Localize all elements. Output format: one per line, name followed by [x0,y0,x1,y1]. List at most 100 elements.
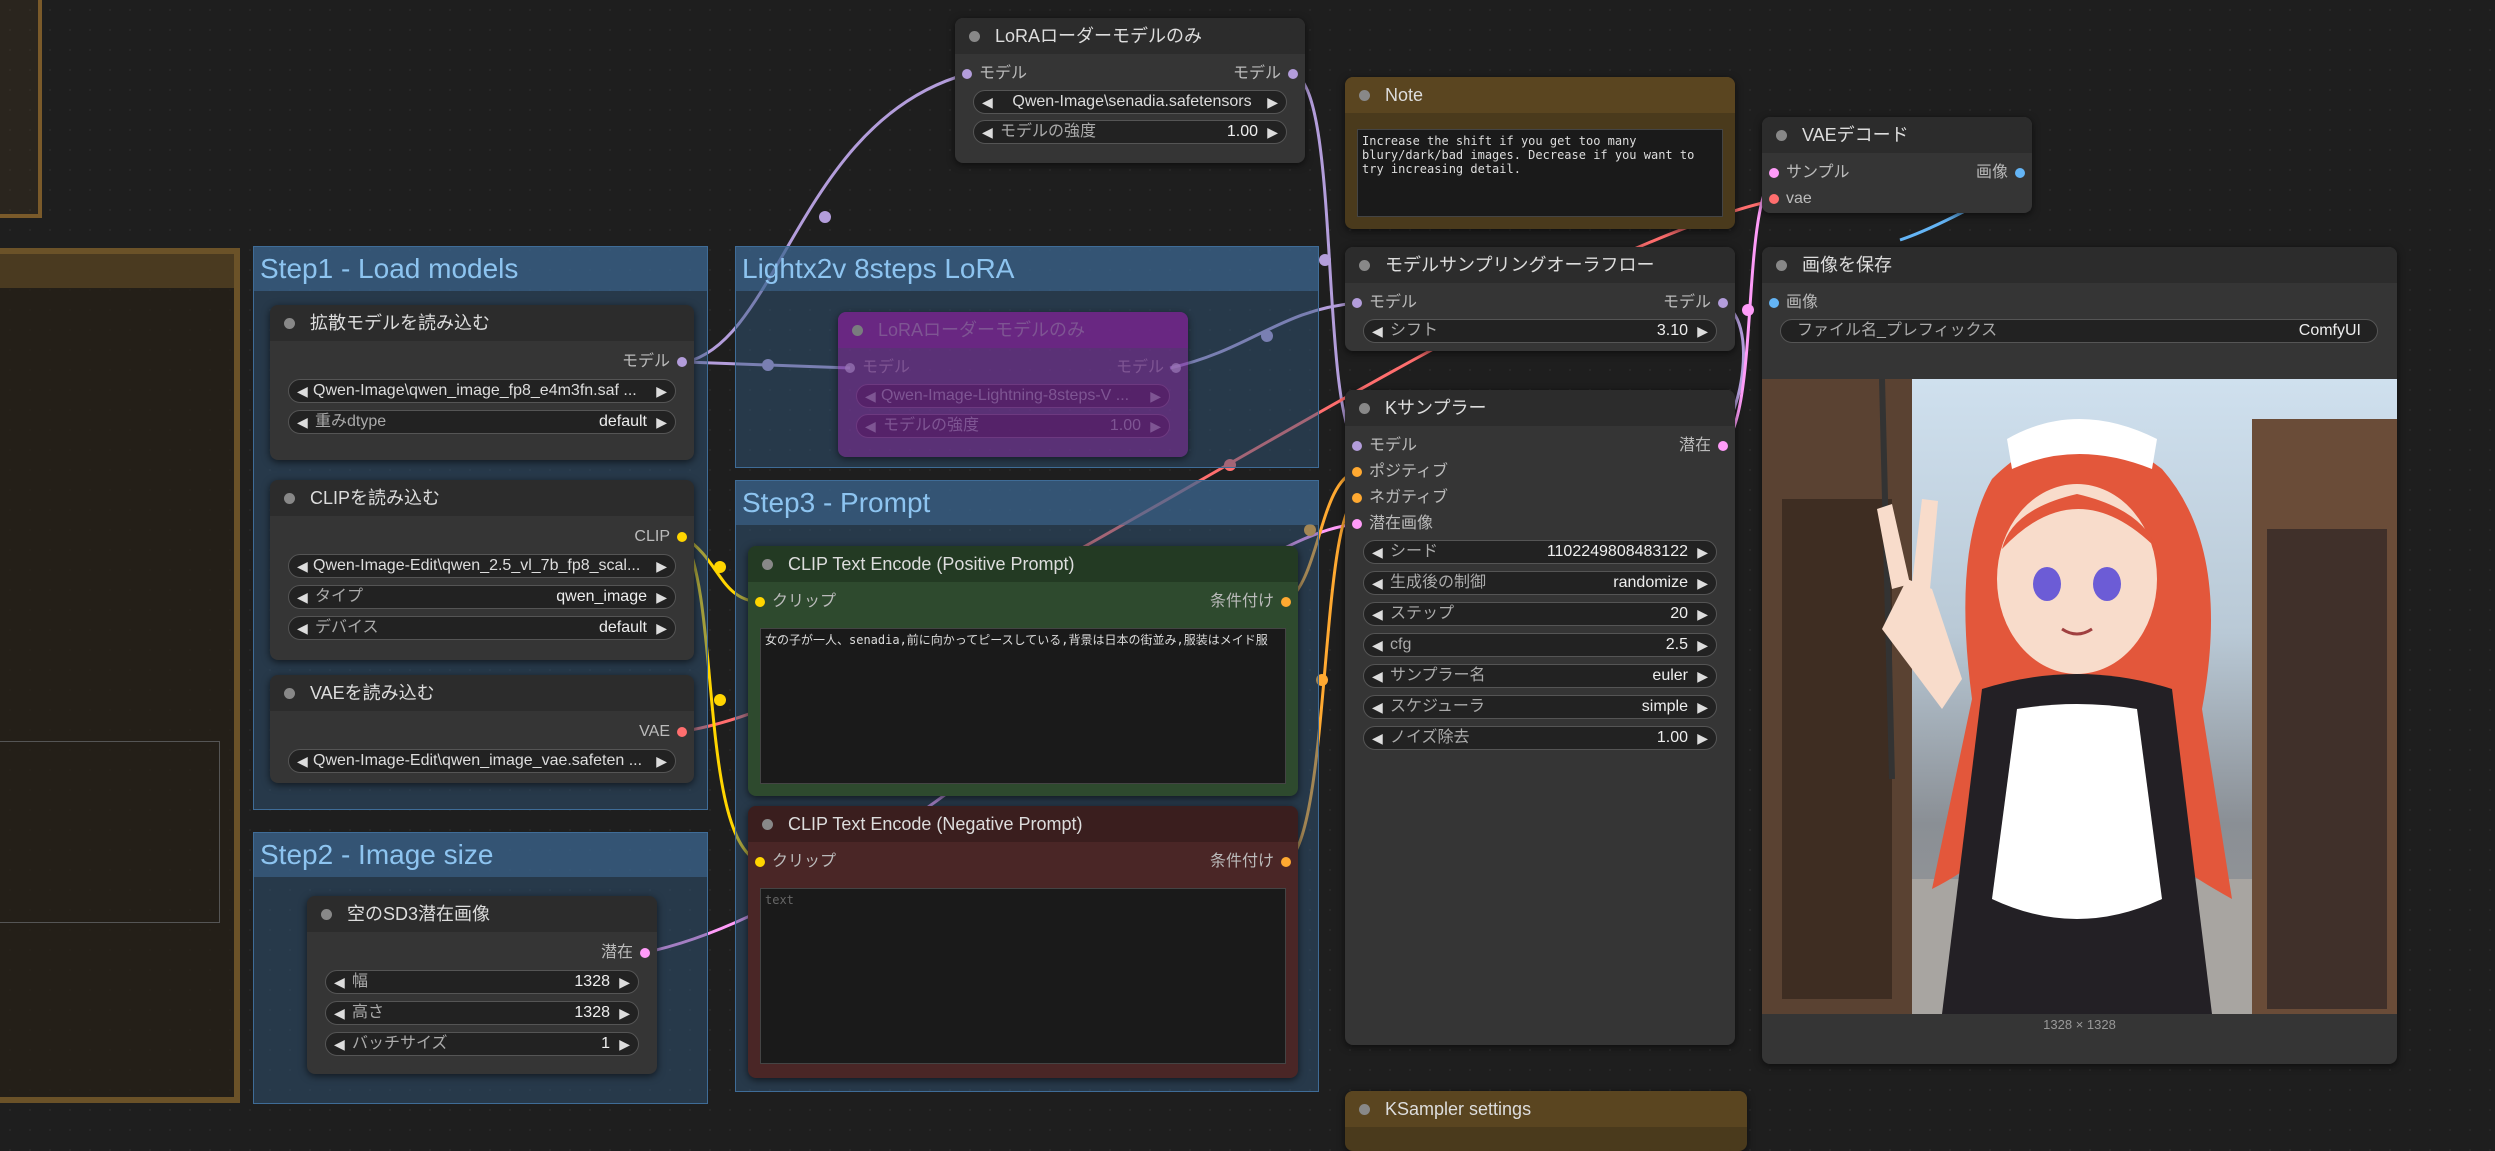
node-vae-decode[interactable]: VAEデコード サンプル 画像 vae [1762,117,2032,213]
arrow-right-icon[interactable]: ▶ [619,971,630,993]
node-empty-latent[interactable]: 空のSD3潜在画像 潜在 ◀ 幅 1328 ▶ ◀ 高さ 1328 ▶ ◀ バッ… [307,896,657,1074]
arrow-right-icon[interactable]: ▶ [656,380,667,402]
seed-widget[interactable]: ◀ シード 1102249808483122 ▶ [1363,540,1717,564]
arrow-left-icon[interactable]: ◀ [1372,572,1383,594]
input-samples-dot[interactable] [1769,168,1779,178]
width-widget[interactable]: ◀ 幅 1328 ▶ [325,970,639,994]
arrow-left-icon[interactable]: ◀ [334,971,345,993]
height-widget[interactable]: ◀ 高さ 1328 ▶ [325,1001,639,1025]
arrow-right-icon[interactable]: ▶ [1697,727,1708,749]
control-after-generate-widget[interactable]: ◀ 生成後の制御 randomize ▶ [1363,571,1717,595]
arrow-left-icon[interactable]: ◀ [982,91,993,113]
preview-image[interactable] [1762,379,2397,1014]
node-vae-loader[interactable]: VAEを読み込む VAE ◀ Qwen-Image-Edit\qwen_imag… [270,675,694,783]
input-clip-dot[interactable] [755,597,765,607]
output-model-dot[interactable] [1718,298,1728,308]
unet-name-combo[interactable]: ◀ Qwen-Image\qwen_image_fp8_e4m3fn.saf .… [288,379,676,403]
arrow-left-icon[interactable]: ◀ [1372,320,1383,342]
scheduler-widget[interactable]: ◀ スケジューラ simple ▶ [1363,695,1717,719]
input-positive-dot[interactable] [1352,467,1362,477]
lora-name-combo[interactable]: ◀ Qwen-Image-Lightning-8steps-V ... ▶ [856,384,1170,408]
node-clip-loader[interactable]: CLIPを読み込む CLIP ◀ Qwen-Image-Edit\qwen_2.… [270,480,694,660]
input-model-dot[interactable] [845,363,855,373]
output-cond-dot[interactable] [1281,597,1291,607]
node-save-image[interactable]: 画像を保存 画像 ファイル名_プレフィックス ComfyUI 1328 × 13… [1762,247,2397,1064]
lora-name-combo[interactable]: ◀ Qwen-Image\senadia.safetensors ▶ [973,90,1287,114]
output-cond-dot[interactable] [1281,857,1291,867]
arrow-left-icon[interactable]: ◀ [297,411,308,433]
arrow-left-icon[interactable]: ◀ [982,121,993,143]
arrow-left-icon[interactable]: ◀ [334,1033,345,1055]
arrow-left-icon[interactable]: ◀ [297,586,308,608]
input-model-dot[interactable] [962,69,972,79]
node-clip-negative[interactable]: CLIP Text Encode (Negative Prompt) クリップ … [748,806,1298,1078]
output-latent-dot[interactable] [1718,441,1728,451]
clip-type-widget[interactable]: ◀ タイプ qwen_image ▶ [288,585,676,609]
denoise-widget[interactable]: ◀ ノイズ除去 1.00 ▶ [1363,726,1717,750]
node-model-sampling[interactable]: モデルサンプリングオーラフロー モデル モデル ◀ シフト 3.10 ▶ [1345,247,1735,351]
node-note[interactable]: Note Increase the shift if you get too m… [1345,77,1735,229]
group-left-top[interactable] [0,0,42,218]
arrow-right-icon[interactable]: ▶ [1150,385,1161,407]
arrow-right-icon[interactable]: ▶ [619,1033,630,1055]
filename-prefix-widget[interactable]: ファイル名_プレフィックス ComfyUI [1780,319,2378,343]
output-model-dot[interactable] [1171,363,1181,373]
arrow-left-icon[interactable]: ◀ [297,380,308,402]
shift-widget[interactable]: ◀ シフト 3.10 ▶ [1363,319,1717,343]
arrow-right-icon[interactable]: ▶ [656,750,667,772]
arrow-right-icon[interactable]: ▶ [656,586,667,608]
strength-widget[interactable]: ◀ モデルの強度 1.00 ▶ [856,414,1170,438]
arrow-left-icon[interactable]: ◀ [1372,665,1383,687]
negative-prompt-text[interactable]: text [760,888,1286,1064]
arrow-right-icon[interactable]: ▶ [656,555,667,577]
arrow-right-icon[interactable]: ▶ [656,617,667,639]
arrow-right-icon[interactable]: ▶ [619,1002,630,1024]
arrow-left-icon[interactable]: ◀ [1372,634,1383,656]
node-lora-loader-top[interactable]: LoRAローダーモデルのみ モデル モデル ◀ Qwen-Image\senad… [955,18,1305,163]
node-clip-positive[interactable]: CLIP Text Encode (Positive Prompt) クリップ … [748,546,1298,796]
arrow-right-icon[interactable]: ▶ [1267,91,1278,113]
device-widget[interactable]: ◀ デバイス default ▶ [288,616,676,640]
vae-name-combo[interactable]: ◀ Qwen-Image-Edit\qwen_image_vae.safeten… [288,749,676,773]
positive-prompt-text[interactable]: 女の子が一人、senadia,前に向かってピースしている,背景は日本の街並み,服… [760,628,1286,784]
arrow-left-icon[interactable]: ◀ [865,385,876,407]
arrow-left-icon[interactable]: ◀ [1372,696,1383,718]
output-model-dot[interactable] [1288,69,1298,79]
output-vae-dot[interactable] [677,727,687,737]
input-model-dot[interactable] [1352,298,1362,308]
arrow-right-icon[interactable]: ▶ [1697,603,1708,625]
weight-dtype-widget[interactable]: ◀ 重みdtype default ▶ [288,410,676,434]
input-image-dot[interactable] [1769,298,1779,308]
output-model-dot[interactable] [677,357,687,367]
input-latent-dot[interactable] [1352,519,1362,529]
input-clip-dot[interactable] [755,857,765,867]
sampler-name-widget[interactable]: ◀ サンプラー名 euler ▶ [1363,664,1717,688]
arrow-left-icon[interactable]: ◀ [297,555,308,577]
node-ksampler-settings[interactable]: KSampler settings [1345,1091,1747,1151]
arrow-left-icon[interactable]: ◀ [334,1002,345,1024]
arrow-left-icon[interactable]: ◀ [1372,603,1383,625]
arrow-left-icon[interactable]: ◀ [1372,727,1383,749]
input-vae-dot[interactable] [1769,194,1779,204]
clip-name-combo[interactable]: ◀ Qwen-Image-Edit\qwen_2.5_vl_7b_fp8_sca… [288,554,676,578]
input-negative-dot[interactable] [1352,493,1362,503]
arrow-left-icon[interactable]: ◀ [1372,541,1383,563]
arrow-right-icon[interactable]: ▶ [1697,541,1708,563]
node-lora-bypassed[interactable]: LoRAローダーモデルのみ モデル モデル ◀ Qwen-Image-Light… [838,312,1188,457]
cfg-widget[interactable]: ◀ cfg 2.5 ▶ [1363,633,1717,657]
arrow-right-icon[interactable]: ▶ [1697,665,1708,687]
strength-widget[interactable]: ◀ モデルの強度 1.00 ▶ [973,120,1287,144]
arrow-right-icon[interactable]: ▶ [1150,415,1161,437]
arrow-right-icon[interactable]: ▶ [1267,121,1278,143]
node-ksampler[interactable]: Kサンプラー モデル 潜在 ポジティブ ネガティブ 潜在画像 ◀ シード 110… [1345,390,1735,1045]
output-image-dot[interactable] [2015,168,2025,178]
group-left-main[interactable] [0,248,240,1103]
node-diffusion-loader[interactable]: 拡散モデルを読み込む モデル ◀ Qwen-Image\qwen_image_f… [270,305,694,460]
arrow-right-icon[interactable]: ▶ [1697,320,1708,342]
arrow-left-icon[interactable]: ◀ [865,415,876,437]
steps-widget[interactable]: ◀ ステップ 20 ▶ [1363,602,1717,626]
arrow-right-icon[interactable]: ▶ [1697,572,1708,594]
output-latent-dot[interactable] [640,948,650,958]
arrow-right-icon[interactable]: ▶ [1697,634,1708,656]
arrow-left-icon[interactable]: ◀ [297,617,308,639]
